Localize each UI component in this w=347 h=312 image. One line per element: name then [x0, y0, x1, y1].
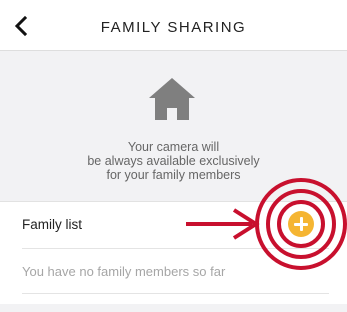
info-section: Your camera will be always available exc… [0, 51, 347, 201]
page-title: FAMILY SHARING [100, 19, 247, 36]
add-family-member-button[interactable] [288, 211, 314, 237]
info-line-3: for your family members [106, 168, 241, 182]
info-line-1: Your camera will [127, 140, 220, 154]
family-list-label: Family list [22, 217, 82, 232]
divider [22, 248, 329, 249]
house-icon [149, 78, 195, 120]
nav-bar: FAMILY SHARING [0, 6, 347, 51]
divider [22, 293, 329, 294]
info-line-2: be always available exclusively [87, 154, 260, 168]
empty-state-text: You have no family members so far [22, 264, 226, 279]
info-text: Your camera will be always available exc… [0, 140, 347, 182]
